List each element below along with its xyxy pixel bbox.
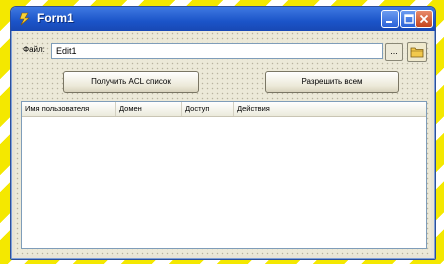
file-label: Файл: xyxy=(23,45,45,54)
file-path-value: Edit1 xyxy=(56,46,77,56)
file-path-input[interactable]: Edit1 xyxy=(51,43,383,59)
column-header-user[interactable]: Имя пользователя xyxy=(22,102,116,116)
app-icon xyxy=(19,12,30,26)
title-bar[interactable]: Form1 xyxy=(11,7,435,31)
form-client-area: Файл: Edit1 ... Получить ACL список Разр… xyxy=(15,31,431,255)
folder-icon xyxy=(410,47,424,58)
close-button[interactable] xyxy=(415,10,433,28)
form1-window: Form1 Файл: Edit1 ... Получить ACL списо… xyxy=(10,6,436,260)
allow-all-button[interactable]: Разрешить всем xyxy=(265,71,399,93)
close-icon xyxy=(419,14,429,24)
get-acl-list-button[interactable]: Получить ACL список xyxy=(63,71,199,93)
list-header: Имя пользователя Домен Доступ Действия xyxy=(22,102,426,117)
column-header-domain[interactable]: Домен xyxy=(116,102,182,116)
acl-list-view[interactable]: Имя пользователя Домен Доступ Действия xyxy=(21,101,427,249)
column-header-actions[interactable]: Действия xyxy=(234,102,428,116)
minimize-icon xyxy=(386,21,392,23)
maximize-icon xyxy=(404,14,414,24)
minimize-button[interactable] xyxy=(381,10,399,28)
window-title: Form1 xyxy=(37,11,74,25)
column-header-access[interactable]: Доступ xyxy=(182,102,234,116)
browse-button[interactable]: ... xyxy=(385,43,403,61)
open-folder-button[interactable] xyxy=(407,42,427,62)
